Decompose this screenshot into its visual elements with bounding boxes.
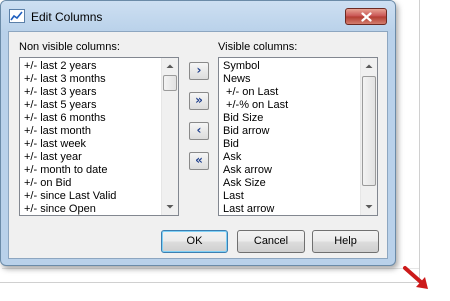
list-item[interactable]: +/- last 3 months	[24, 73, 178, 86]
list-item[interactable]: Ask Size	[223, 177, 377, 190]
close-button[interactable]	[345, 8, 387, 25]
remove-all-columns-button[interactable]: «	[189, 152, 209, 170]
chevron-right-icon: ›	[196, 63, 202, 77]
list-item[interactable]: +/- last 2 years	[24, 60, 178, 73]
list-item[interactable]: +/- since Last Valid	[24, 190, 178, 203]
edit-columns-dialog: Edit Columns Non visible columns: Visibl…	[0, 0, 396, 266]
list-item[interactable]: Last	[223, 190, 377, 203]
list-item[interactable]: Ask arrow	[223, 164, 377, 177]
list-item[interactable]: Ask	[223, 151, 377, 164]
scrollbar-thumb[interactable]	[163, 75, 177, 91]
scroll-up-icon[interactable]	[361, 58, 377, 74]
resize-arrow-icon	[402, 265, 432, 296]
scroll-up-icon[interactable]	[162, 58, 178, 74]
title-bar[interactable]: Edit Columns	[1, 1, 395, 31]
list-item[interactable]: +/- on Last	[223, 86, 377, 99]
scroll-down-icon[interactable]	[361, 199, 377, 215]
help-button[interactable]: Help	[312, 230, 379, 253]
close-icon	[361, 12, 372, 22]
list-item[interactable]: Bid arrow	[223, 125, 377, 138]
double-chevron-right-icon: »	[195, 93, 203, 107]
list-item[interactable]: +/- last year	[24, 151, 178, 164]
dialog-body: Non visible columns: Visible columns: +/…	[8, 31, 388, 259]
cancel-button[interactable]: Cancel	[237, 230, 305, 253]
list-item[interactable]: +/-% on Last	[223, 99, 377, 112]
visible-scrollbar[interactable]	[360, 58, 377, 215]
chevron-left-icon: ‹	[196, 123, 202, 137]
scrollbar-thumb[interactable]	[362, 76, 376, 186]
remove-column-button[interactable]: ‹	[189, 122, 209, 140]
move-buttons-group: › » ‹ «	[189, 62, 209, 192]
dialog-title: Edit Columns	[31, 10, 103, 24]
chart-icon	[9, 9, 25, 23]
list-item[interactable]: Bid	[223, 138, 377, 151]
add-column-button[interactable]: ›	[189, 62, 209, 80]
non-visible-scrollbar[interactable]	[161, 58, 178, 215]
double-chevron-left-icon: «	[195, 153, 203, 167]
list-item[interactable]: +/- since Open	[24, 203, 178, 215]
ok-button[interactable]: OK	[161, 230, 228, 253]
list-item[interactable]: +/- month to date	[24, 164, 178, 177]
list-item[interactable]: +/- last 5 years	[24, 99, 178, 112]
list-item[interactable]: Bid Size	[223, 112, 377, 125]
list-item[interactable]: +/- last 6 months	[24, 112, 178, 125]
non-visible-columns-label: Non visible columns:	[19, 41, 120, 53]
list-item[interactable]: Symbol	[223, 60, 377, 73]
visible-columns-list[interactable]: Symbol News +/- on Last +/-% on Last Bid…	[218, 57, 378, 216]
list-item[interactable]: +/- last week	[24, 138, 178, 151]
visible-columns-label: Visible columns:	[218, 41, 298, 53]
non-visible-columns-list[interactable]: +/- last 2 years +/- last 3 months +/- l…	[19, 57, 179, 216]
list-item[interactable]: +/- last 3 years	[24, 86, 178, 99]
page-divider	[2, 268, 419, 269]
list-item[interactable]: News	[223, 73, 377, 86]
list-item[interactable]: +/- last month	[24, 125, 178, 138]
list-item[interactable]: +/- on Bid	[24, 177, 178, 190]
scroll-down-icon[interactable]	[162, 199, 178, 215]
list-item[interactable]: Last arrow	[223, 203, 377, 215]
add-all-columns-button[interactable]: »	[189, 92, 209, 110]
